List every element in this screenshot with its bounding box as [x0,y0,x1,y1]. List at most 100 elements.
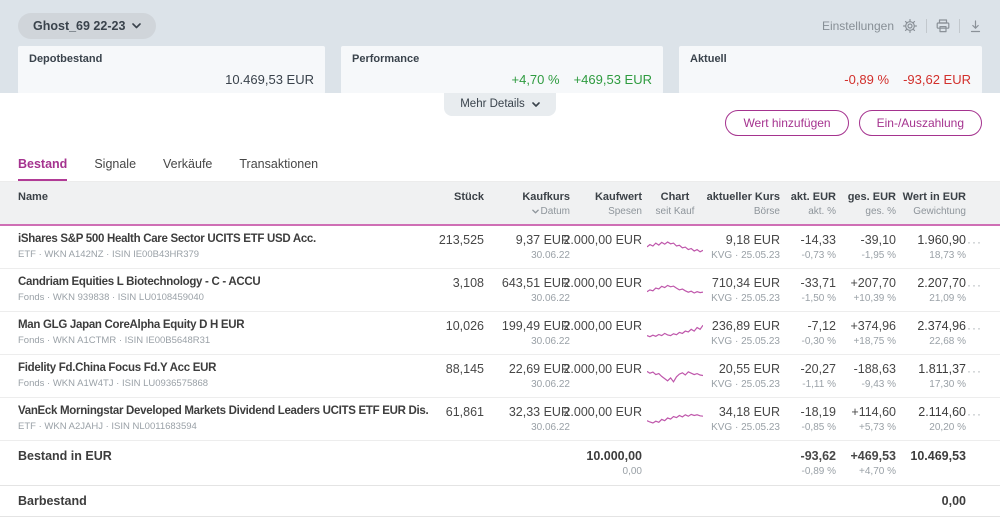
instrument-name[interactable]: Fidelity Fd.China Focus Fd.Y Acc EUR [18,362,216,374]
performance-percent: +4,70 % [511,72,560,87]
akt-pct-value: -0,30 % [801,336,836,347]
kaufwert-value: 2.000,00 EUR [563,233,642,247]
summary-label: Bestand in EUR [18,449,112,463]
kurs-value: 236,89 EUR [711,319,780,333]
ges-eur-value: +207,70 [850,276,896,290]
kaufwert-value: 2.000,00 EUR [563,276,642,290]
kaufwert-value: 2.000,00 EUR [563,319,642,333]
stueck-value: 10,026 [445,319,484,333]
portfolio-selector[interactable]: Ghost_69 22-23 [18,13,157,39]
divider [959,19,960,33]
sparkline-chart [647,413,703,424]
sparkline-chart [647,370,703,383]
stueck-value: 213,525 [438,233,484,247]
row-menu-icon[interactable]: ··· [967,365,982,377]
row-menu-icon[interactable]: ··· [967,408,982,420]
wert-value: 2.207,70 [917,276,966,290]
col-akt-eur: akt. EUR [790,191,836,203]
akt-eur-value: -18,19 [800,405,836,419]
sparkline-chart [647,284,703,294]
kauf-datum: 30.06.22 [531,422,570,433]
stueck-value: 3,108 [452,276,484,290]
instrument-name[interactable]: Man GLG Japan CoreAlpha Equity D H EUR [18,319,245,331]
ges-pct-value: +10,39 % [853,293,896,304]
row-menu-icon[interactable]: ··· [967,236,982,248]
gewichtung-value: 18,73 % [929,250,966,261]
tab-verkaeufe[interactable]: Verkäufe [163,157,212,181]
akt-pct-value: -0,85 % [801,422,836,433]
tab-bestand[interactable]: Bestand [18,157,68,181]
col-kaufwert: Kaufwert [594,191,642,203]
kaufkurs-value: 199,49 EUR [501,319,570,333]
add-value-button[interactable]: Wert hinzufügen [725,110,849,136]
kaufwert-value: 2.000,00 EUR [563,405,642,419]
aktuell-percent: -0,89 % [844,72,890,87]
ges-pct-value: -9,43 % [861,379,896,390]
boerse-info: KVG · 25.05.23 [711,250,780,261]
wert-value: 2.114,60 [918,405,966,419]
portfolio-header-band: Ghost_69 22-23 Einstellungen Depotbestan… [0,0,1000,94]
aktuell-value: -93,62 EUR [903,72,971,87]
gewichtung-value: 21,09 % [929,293,966,304]
tab-signale[interactable]: Signale [94,157,136,181]
view-tabs: Bestand Signale Verkäufe Transaktionen [0,148,1000,182]
akt-eur-value: -14,33 [800,233,836,247]
summary-ges-pct: +4,70 % [859,466,896,477]
boerse-info: KVG · 25.05.23 [711,293,780,304]
download-icon[interactable] [969,19,982,33]
instrument-meta: ETF · WKN A142NZ · ISIN IE00B43HR379 [18,249,200,260]
table-row: iShares S&P 500 Health Care Sector UCITS… [0,226,1000,269]
kauf-datum: 30.06.22 [531,379,570,390]
chevron-down-icon [531,101,540,107]
kaufkurs-value: 32,33 EUR [508,405,570,419]
boerse-info: KVG · 25.05.23 [711,336,780,347]
aktuell-card-label: Aktuell [690,53,727,65]
summary-row-bestand: Bestand in EUR 10.000,00 0,00 -93,62 -0,89… [0,441,1000,486]
sparkline-chart [647,241,703,253]
table-header: Name Stück Kaufkurs Datum Kaufwert Spese… [0,182,1000,226]
kurs-value: 9,18 EUR [725,233,780,247]
boerse-info: KVG · 25.05.23 [711,422,780,433]
ges-pct-value: +18,75 % [853,336,896,347]
chevron-down-icon [132,23,142,29]
summary-akt-eur: -93,62 [800,449,836,463]
gewichtung-value: 20,20 % [929,422,966,433]
instrument-name[interactable]: iShares S&P 500 Health Care Sector UCITS… [18,233,316,245]
kurs-value: 710,34 EUR [711,276,780,290]
akt-eur-value: -20,27 [800,362,836,376]
akt-eur-value: -33,71 [800,276,836,290]
akt-pct-value: -0,73 % [801,250,836,261]
instrument-name[interactable]: Candriam Equities L Biotechnology - C - … [18,276,261,288]
col-wert-in-eur: Wert in EUR [902,191,966,203]
table-row: Candriam Equities L Biotechnology - C - … [0,269,1000,312]
col-aktueller-kurs: aktueller Kurs [706,191,780,203]
ges-eur-value: -39,10 [860,233,896,247]
ges-eur-value: -188,63 [853,362,896,376]
table-row: VanEck Morningstar Developed Markets Div… [0,398,1000,441]
ges-eur-value: +114,60 [851,405,896,419]
instrument-name[interactable]: VanEck Morningstar Developed Markets Div… [18,405,429,417]
stueck-value: 61,861 [445,405,484,419]
row-menu-icon[interactable]: ··· [967,322,982,334]
more-details-label: Mehr Details [460,98,525,110]
col-kaufkurs[interactable]: Kaufkurs Datum [484,191,570,217]
instrument-meta: Fonds · WKN A1W4TJ · ISIN LU0936575868 [18,378,209,389]
instrument-meta: Fonds · WKN 939838 · ISIN LU0108459040 [18,292,204,303]
performance-value: +469,53 EUR [573,72,652,87]
row-menu-icon[interactable]: ··· [967,279,982,291]
wert-value: 1.960,90 [917,233,966,247]
kurs-value: 20,55 EUR [718,362,780,376]
summary-spesen: 0,00 [622,466,642,477]
tab-transaktionen[interactable]: Transaktionen [239,157,318,181]
summary-kaufwert: 10.000,00 [586,449,642,463]
more-details-button[interactable]: Mehr Details [444,93,556,116]
summary-row-barbestand: Barbestand 0,00 [0,486,1000,517]
ges-pct-value: +5,73 % [859,422,896,433]
summary-wert: 10.469,53 [910,449,966,463]
divider [926,19,927,33]
settings-label[interactable]: Einstellungen [822,19,894,33]
printer-icon[interactable] [936,19,950,33]
deposit-withdrawal-button[interactable]: Ein-/Auszahlung [858,110,982,136]
gear-icon[interactable] [903,19,917,33]
boerse-info: KVG · 25.05.23 [711,379,780,390]
